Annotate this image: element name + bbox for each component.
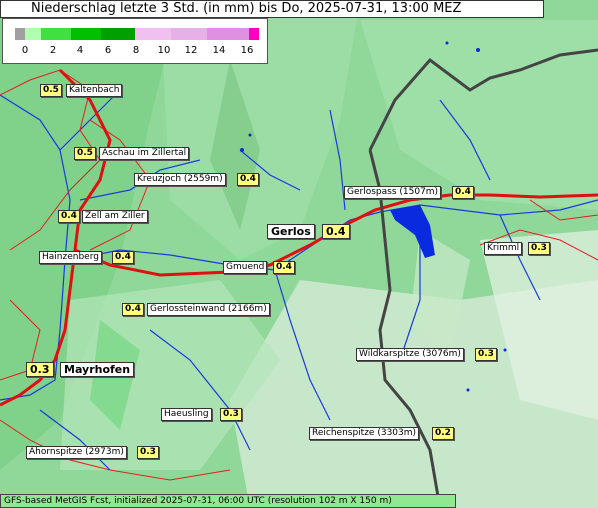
place-value: 0.3	[528, 242, 550, 255]
place-name: Kreuzjoch (2559m)	[134, 173, 226, 186]
place-name: Gerlos	[267, 224, 315, 239]
place-name: Krimml	[484, 242, 523, 255]
place-value: 0.4	[58, 210, 80, 223]
place-value: 0.5	[74, 147, 96, 160]
place-name: Ahornspitze (2973m)	[26, 446, 127, 459]
place-name: Reichenspitze (3303m)	[309, 427, 420, 440]
legend-tick: 12	[184, 45, 198, 56]
legend-swatch-6	[171, 28, 207, 40]
legend-swatch-7	[207, 28, 249, 40]
place-value: 0.4	[452, 186, 474, 199]
place-value: 0.2	[432, 427, 454, 440]
place-value: 0.4	[237, 173, 259, 186]
legend-tick: 4	[76, 45, 84, 56]
place-name: Zell am Ziller	[82, 210, 148, 223]
legend-swatch-4	[101, 28, 135, 40]
legend-swatch-2	[41, 28, 71, 40]
place-name: Gmuend	[223, 261, 268, 274]
place-name: Wildkarspitze (3076m)	[356, 348, 464, 361]
place-value: 0.5	[40, 84, 62, 97]
place-name: Aschau im Zillertal	[99, 147, 190, 160]
legend-tick: 16	[240, 45, 254, 56]
place-value: 0.3	[26, 362, 54, 377]
place-name: Gerlossteinwand (2166m)	[147, 303, 270, 316]
place-value: 0.4	[122, 303, 144, 316]
place-value: 0.4	[112, 251, 134, 264]
precipitation-legend: 0 2 4 6 8 10 12 14 16	[2, 18, 268, 64]
legend-tick: 10	[157, 45, 171, 56]
legend-swatch-5	[135, 28, 171, 40]
legend-swatch-8	[249, 28, 259, 40]
place-value: 0.3	[220, 408, 242, 421]
place-name: Gerlospass (1507m)	[344, 186, 442, 199]
place-value: 0.4	[322, 224, 350, 239]
place-name: Kaltenbach	[66, 84, 123, 97]
place-name: Hainzenberg	[39, 251, 102, 264]
place-value: 0.3	[137, 446, 159, 459]
legend-tick: 6	[104, 45, 112, 56]
legend-tick: 0	[21, 45, 29, 56]
model-footer: GFS-based MetGIS Fcst, initialized 2025-…	[0, 494, 456, 508]
place-name: Mayrhofen	[60, 362, 135, 377]
legend-tick: 8	[132, 45, 140, 56]
legend-swatch-3	[71, 28, 101, 40]
legend-tick: 2	[49, 45, 57, 56]
map-title: Niederschlag letzte 3 Std. (in mm) bis D…	[0, 0, 544, 18]
legend-color-bar	[15, 28, 259, 40]
legend-swatch-1	[25, 28, 41, 40]
legend-swatch-grey	[15, 28, 25, 40]
legend-tick: 14	[212, 45, 226, 56]
place-name: Haeusling	[161, 408, 212, 421]
place-value: 0.4	[273, 261, 295, 274]
place-value: 0.3	[475, 348, 497, 361]
